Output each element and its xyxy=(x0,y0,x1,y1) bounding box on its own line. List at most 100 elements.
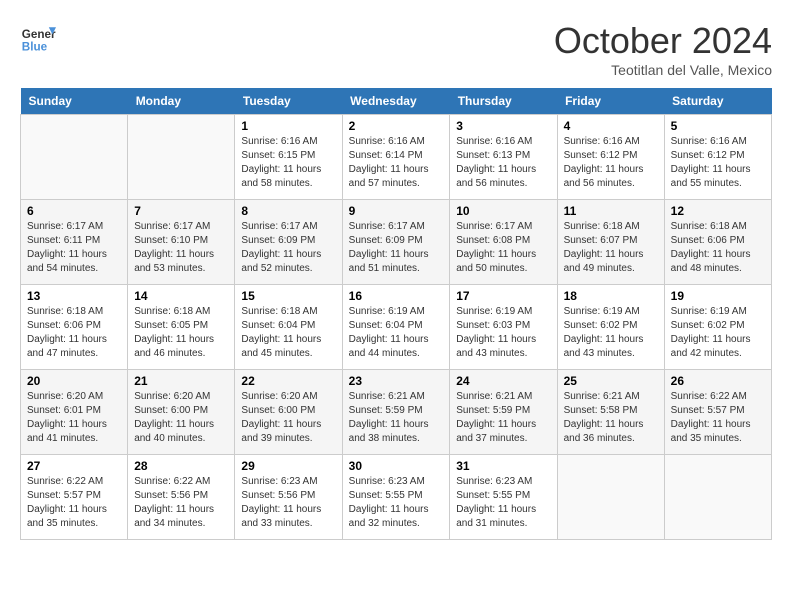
day-number: 17 xyxy=(456,289,550,303)
day-number: 3 xyxy=(456,119,550,133)
day-number: 28 xyxy=(134,459,228,473)
day-info: Sunrise: 6:23 AM Sunset: 5:56 PM Dayligh… xyxy=(241,475,335,531)
calendar-cell xyxy=(557,455,664,540)
calendar-cell: 28 Sunrise: 6:22 AM Sunset: 5:56 PM Dayli… xyxy=(128,455,235,540)
day-info: Sunrise: 6:18 AM Sunset: 6:07 PM Dayligh… xyxy=(564,220,658,276)
weekday-header-tuesday: Tuesday xyxy=(235,88,342,115)
day-number: 10 xyxy=(456,204,550,218)
day-info: Sunrise: 6:19 AM Sunset: 6:03 PM Dayligh… xyxy=(456,305,550,361)
day-info: Sunrise: 6:19 AM Sunset: 6:02 PM Dayligh… xyxy=(671,305,765,361)
title-area: October 2024 Teotitlan del Valle, Mexico xyxy=(554,20,772,78)
day-number: 30 xyxy=(349,459,444,473)
day-number: 25 xyxy=(564,374,658,388)
logo: General Blue xyxy=(20,20,60,56)
day-info: Sunrise: 6:23 AM Sunset: 5:55 PM Dayligh… xyxy=(456,475,550,531)
calendar-cell: 21Sunrise: 6:20 AM Sunset: 6:00 PM Dayli… xyxy=(128,370,235,455)
day-number: 1 xyxy=(241,119,335,133)
day-info: Sunrise: 6:18 AM Sunset: 6:04 PM Dayligh… xyxy=(241,305,335,361)
day-info: Sunrise: 6:20 AM Sunset: 6:00 PM Dayligh… xyxy=(241,390,335,446)
day-number: 6 xyxy=(27,204,121,218)
calendar-cell: 26Sunrise: 6:22 AM Sunset: 5:57 PM Dayli… xyxy=(664,370,771,455)
calendar-cell: 9 Sunrise: 6:17 AM Sunset: 6:09 PM Daylig… xyxy=(342,200,450,285)
day-info: Sunrise: 6:22 AM Sunset: 5:57 PM Dayligh… xyxy=(27,475,121,531)
day-info: Sunrise: 6:19 AM Sunset: 6:04 PM Dayligh… xyxy=(349,305,444,361)
day-info: Sunrise: 6:17 AM Sunset: 6:09 PM Dayligh… xyxy=(349,220,444,276)
day-number: 22 xyxy=(241,374,335,388)
calendar-cell: 11 Sunrise: 6:18 AM Sunset: 6:07 PM Dayli… xyxy=(557,200,664,285)
weekday-header-sunday: Sunday xyxy=(21,88,128,115)
day-info: Sunrise: 6:17 AM Sunset: 6:08 PM Dayligh… xyxy=(456,220,550,276)
day-info: Sunrise: 6:21 AM Sunset: 5:58 PM Dayligh… xyxy=(564,390,658,446)
day-info: Sunrise: 6:16 AM Sunset: 6:12 PM Dayligh… xyxy=(671,135,765,191)
calendar-cell: 1Sunrise: 6:16 AM Sunset: 6:15 PM Daylig… xyxy=(235,115,342,200)
calendar-cell: 4 Sunrise: 6:16 AM Sunset: 6:12 PM Daylig… xyxy=(557,115,664,200)
calendar-cell: 18Sunrise: 6:19 AM Sunset: 6:02 PM Dayli… xyxy=(557,285,664,370)
day-info: Sunrise: 6:16 AM Sunset: 6:13 PM Dayligh… xyxy=(456,135,550,191)
calendar-cell: 10 Sunrise: 6:17 AM Sunset: 6:08 PM Dayli… xyxy=(450,200,557,285)
week-row-5: 27 Sunrise: 6:22 AM Sunset: 5:57 PM Dayli… xyxy=(21,455,772,540)
calendar-cell: 15Sunrise: 6:18 AM Sunset: 6:04 PM Dayli… xyxy=(235,285,342,370)
day-number: 12 xyxy=(671,204,765,218)
day-info: Sunrise: 6:18 AM Sunset: 6:06 PM Dayligh… xyxy=(27,305,121,361)
calendar-cell xyxy=(664,455,771,540)
calendar-cell: 8Sunrise: 6:17 AM Sunset: 6:09 PM Daylig… xyxy=(235,200,342,285)
month-title: October 2024 xyxy=(554,20,772,62)
week-row-4: 20 Sunrise: 6:20 AM Sunset: 6:01 PM Dayli… xyxy=(21,370,772,455)
calendar-cell: 16 Sunrise: 6:19 AM Sunset: 6:04 PM Dayli… xyxy=(342,285,450,370)
calendar-cell: 24Sunrise: 6:21 AM Sunset: 5:59 PM Dayli… xyxy=(450,370,557,455)
calendar-cell xyxy=(21,115,128,200)
day-number: 11 xyxy=(564,204,658,218)
logo-icon: General Blue xyxy=(20,20,56,56)
calendar-cell: 14 Sunrise: 6:18 AM Sunset: 6:05 PM Dayli… xyxy=(128,285,235,370)
calendar-cell: 31 Sunrise: 6:23 AM Sunset: 5:55 PM Dayli… xyxy=(450,455,557,540)
day-number: 4 xyxy=(564,119,658,133)
day-info: Sunrise: 6:23 AM Sunset: 5:55 PM Dayligh… xyxy=(349,475,444,531)
calendar-cell: 23 Sunrise: 6:21 AM Sunset: 5:59 PM Dayli… xyxy=(342,370,450,455)
day-info: Sunrise: 6:18 AM Sunset: 6:06 PM Dayligh… xyxy=(671,220,765,276)
day-info: Sunrise: 6:17 AM Sunset: 6:10 PM Dayligh… xyxy=(134,220,228,276)
weekday-header-thursday: Thursday xyxy=(450,88,557,115)
calendar-cell: 27 Sunrise: 6:22 AM Sunset: 5:57 PM Dayli… xyxy=(21,455,128,540)
day-info: Sunrise: 6:19 AM Sunset: 6:02 PM Dayligh… xyxy=(564,305,658,361)
calendar-cell: 13Sunrise: 6:18 AM Sunset: 6:06 PM Dayli… xyxy=(21,285,128,370)
day-number: 9 xyxy=(349,204,444,218)
day-info: Sunrise: 6:17 AM Sunset: 6:11 PM Dayligh… xyxy=(27,220,121,276)
day-info: Sunrise: 6:21 AM Sunset: 5:59 PM Dayligh… xyxy=(349,390,444,446)
calendar-cell: 3 Sunrise: 6:16 AM Sunset: 6:13 PM Daylig… xyxy=(450,115,557,200)
header: General Blue October 2024 Teotitlan del … xyxy=(20,20,772,78)
day-number: 5 xyxy=(671,119,765,133)
day-number: 31 xyxy=(456,459,550,473)
day-number: 23 xyxy=(349,374,444,388)
calendar-cell: 30 Sunrise: 6:23 AM Sunset: 5:55 PM Dayli… xyxy=(342,455,450,540)
day-number: 14 xyxy=(134,289,228,303)
day-info: Sunrise: 6:18 AM Sunset: 6:05 PM Dayligh… xyxy=(134,305,228,361)
weekday-header-monday: Monday xyxy=(128,88,235,115)
week-row-3: 13Sunrise: 6:18 AM Sunset: 6:06 PM Dayli… xyxy=(21,285,772,370)
svg-text:Blue: Blue xyxy=(22,41,48,54)
calendar-cell: 6 Sunrise: 6:17 AM Sunset: 6:11 PM Daylig… xyxy=(21,200,128,285)
day-info: Sunrise: 6:16 AM Sunset: 6:12 PM Dayligh… xyxy=(564,135,658,191)
day-info: Sunrise: 6:20 AM Sunset: 6:01 PM Dayligh… xyxy=(27,390,121,446)
day-info: Sunrise: 6:22 AM Sunset: 5:56 PM Dayligh… xyxy=(134,475,228,531)
day-number: 24 xyxy=(456,374,550,388)
calendar-cell xyxy=(128,115,235,200)
day-number: 7 xyxy=(134,204,228,218)
weekday-header-row: SundayMondayTuesdayWednesdayThursdayFrid… xyxy=(21,88,772,115)
day-number: 26 xyxy=(671,374,765,388)
day-number: 27 xyxy=(27,459,121,473)
day-number: 20 xyxy=(27,374,121,388)
location: Teotitlan del Valle, Mexico xyxy=(554,62,772,78)
calendar-cell: 20 Sunrise: 6:20 AM Sunset: 6:01 PM Dayli… xyxy=(21,370,128,455)
weekday-header-saturday: Saturday xyxy=(664,88,771,115)
week-row-1: 1Sunrise: 6:16 AM Sunset: 6:15 PM Daylig… xyxy=(21,115,772,200)
calendar-cell: 17 Sunrise: 6:19 AM Sunset: 6:03 PM Dayli… xyxy=(450,285,557,370)
day-number: 16 xyxy=(349,289,444,303)
calendar-cell: 7 Sunrise: 6:17 AM Sunset: 6:10 PM Daylig… xyxy=(128,200,235,285)
day-number: 21 xyxy=(134,374,228,388)
day-number: 19 xyxy=(671,289,765,303)
weekday-header-wednesday: Wednesday xyxy=(342,88,450,115)
day-number: 2 xyxy=(349,119,444,133)
weekday-header-friday: Friday xyxy=(557,88,664,115)
day-number: 8 xyxy=(241,204,335,218)
calendar-cell: 19 Sunrise: 6:19 AM Sunset: 6:02 PM Dayli… xyxy=(664,285,771,370)
